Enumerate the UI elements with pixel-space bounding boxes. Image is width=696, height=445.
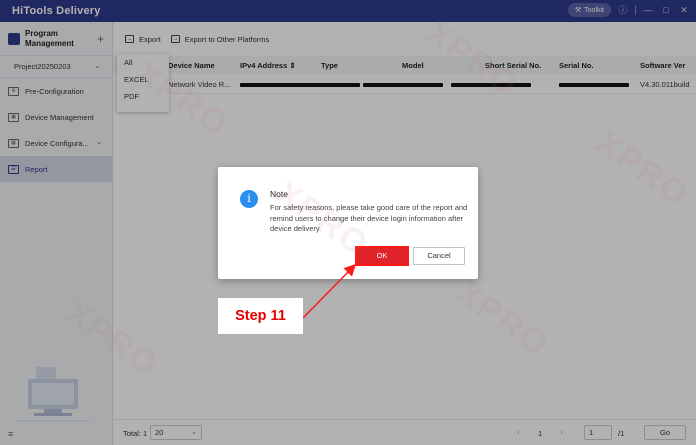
note-dialog: i Note For safety reasons, please take g…: [218, 167, 478, 279]
ok-button[interactable]: OK: [356, 247, 408, 265]
dialog-title: Note: [270, 189, 288, 199]
dialog-message: For safety reasons, please take good car…: [270, 203, 468, 233]
info-icon: i: [240, 190, 258, 208]
cancel-button[interactable]: Cancel: [413, 247, 465, 265]
step-label: Step 11: [218, 298, 303, 334]
